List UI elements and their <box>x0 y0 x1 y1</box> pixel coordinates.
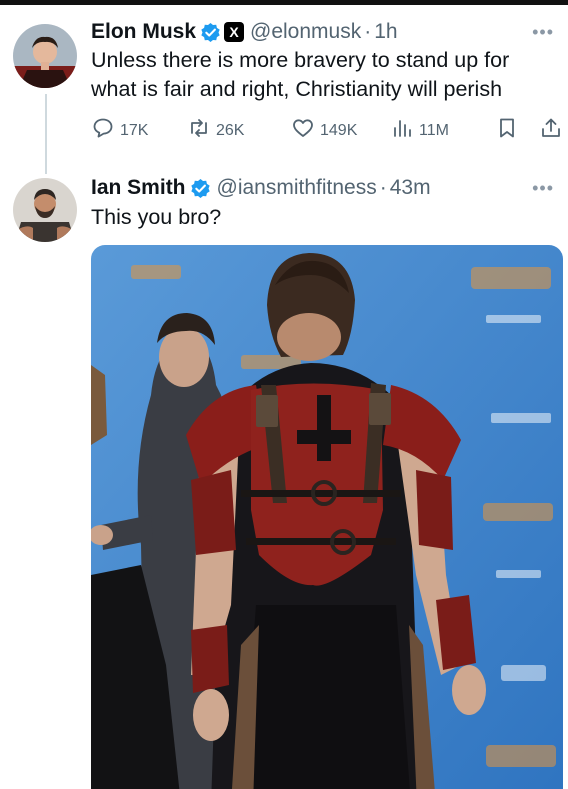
views-button[interactable]: 11M <box>390 116 449 145</box>
share-icon <box>539 116 568 145</box>
author-handle[interactable]: @elonmusk <box>250 20 361 44</box>
view-count: 11M <box>419 121 449 139</box>
tweet-header: Ian Smith @iansmithfitness · 43m <box>91 176 431 200</box>
bookmark-icon <box>495 116 524 145</box>
views-icon <box>390 116 419 145</box>
x-badge-icon: X <box>224 22 245 42</box>
tweet-text: Unless there is more bravery to stand up… <box>91 48 510 101</box>
avatar[interactable] <box>13 178 77 242</box>
retweet-icon <box>187 116 216 145</box>
bookmark-button[interactable] <box>495 116 524 145</box>
retweet-count: 26K <box>216 121 245 139</box>
top-edge <box>0 0 568 5</box>
reply-icon <box>91 116 120 145</box>
tweet-header: Elon Musk X @elonmusk · 1h <box>91 20 398 44</box>
separator: · <box>379 176 387 199</box>
more-icon[interactable]: ••• <box>532 22 554 43</box>
author-name[interactable]: Ian Smith <box>91 176 186 200</box>
more-icon[interactable]: ••• <box>532 178 554 199</box>
verified-icon <box>190 178 211 199</box>
attached-photo[interactable] <box>91 245 563 789</box>
avatar[interactable] <box>13 24 77 88</box>
tweet-actions: 17K 26K 149K 11M <box>91 116 561 144</box>
author-handle[interactable]: @iansmithfitness <box>217 176 377 200</box>
tweet-text: This you bro? <box>91 205 222 229</box>
thread-connector <box>45 94 47 174</box>
verified-icon <box>200 22 221 43</box>
like-count: 149K <box>320 121 358 139</box>
separator: · <box>364 20 372 43</box>
share-button[interactable] <box>539 116 568 145</box>
author-name[interactable]: Elon Musk <box>91 20 196 44</box>
retweet-button[interactable]: 26K <box>187 116 244 145</box>
like-icon <box>291 116 320 145</box>
like-button[interactable]: 149K <box>291 116 357 145</box>
reply-count: 17K <box>120 121 149 139</box>
timestamp[interactable]: 1h <box>374 20 397 44</box>
reply-button[interactable]: 17K <box>91 116 148 145</box>
timestamp[interactable]: 43m <box>390 176 431 200</box>
